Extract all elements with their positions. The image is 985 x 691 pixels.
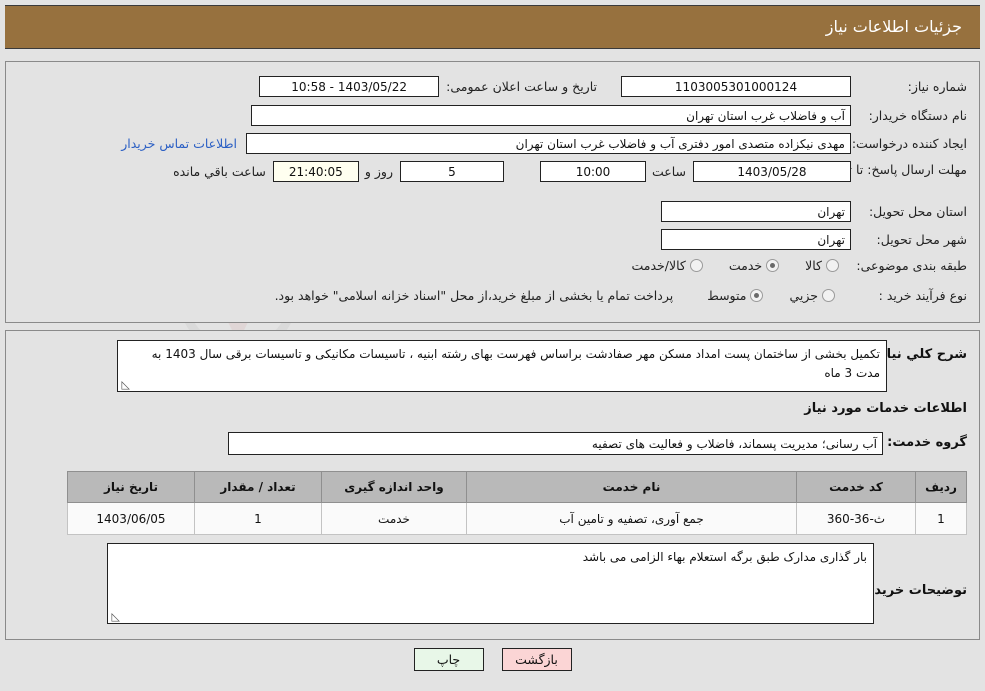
days-label: روز و	[364, 164, 393, 179]
description-label: شرح کلي نیاز:	[873, 347, 967, 362]
classification-label: طبقه بندی موضوعی:	[856, 258, 967, 273]
province-value: تهران	[661, 201, 851, 222]
radio-khedmat[interactable]	[766, 259, 780, 272]
deadline-label: مهلت ارسال پاسخ: تا تاریخ:	[822, 162, 967, 177]
services-heading: اطلاعات خدمات مورد نیاز	[804, 401, 967, 416]
city-row: شهر محل تحویل: تهران	[661, 229, 967, 250]
deadline-row: مهلت ارسال پاسخ: تا تاریخ: 1403/05/28 سا…	[173, 161, 967, 182]
radio-jozi[interactable]	[822, 289, 835, 302]
cell-name: جمع آوری، تصفیه و تامین آب	[466, 502, 797, 535]
treasury-note: پرداخت تمام یا بخشی از مبلغ خرید،از محل …	[274, 288, 674, 303]
hour-label: ساعت	[651, 164, 686, 179]
services-table-wrapper: ردیف کد خدمت نام خدمت واحد اندازه گیری ت…	[67, 471, 967, 535]
city-value: تهران	[661, 229, 851, 250]
cell-need-date: 1403/06/05	[67, 502, 195, 535]
classification-option-kala[interactable]: کالا	[805, 258, 839, 273]
radio-motevaset[interactable]	[750, 289, 764, 302]
radio-khedmat-label: خدمت	[728, 258, 763, 273]
buyer-notes-box[interactable]: بار گذاری مدارک طبق برگه استعلام بهاء ال…	[107, 543, 874, 624]
classification-option-kala-khedmat[interactable]: کالا/خدمت	[631, 258, 703, 273]
page-title: جزئیات اطلاعات نیاز	[825, 17, 962, 36]
process-option-jozi[interactable]: جزيي	[789, 288, 835, 303]
cell-quantity: 1	[194, 502, 322, 535]
need-number-row: شماره نیاز: 1103005301000124	[621, 76, 967, 97]
classification-row: طبقه بندی موضوعی: کالا خدمت کالا/خدمت	[631, 258, 967, 273]
process-row: نوع فرآیند خرید : جزيي متوسط پرداخت تمام…	[275, 288, 967, 303]
buyer-contact-link[interactable]: اطلاعات تماس خریدار	[121, 136, 237, 151]
city-label: شهر محل تحویل:	[876, 232, 967, 247]
cell-index: 1	[915, 502, 967, 535]
province-label: استان محل تحویل:	[868, 204, 967, 219]
process-label: نوع فرآیند خرید :	[878, 288, 967, 303]
th-quantity: تعداد / مقدار	[194, 471, 322, 503]
service-group-label: گروه خدمت:	[887, 435, 967, 450]
need-info-panel: شماره نیاز: 1103005301000124 تاریخ و ساع…	[5, 61, 980, 323]
th-unit: واحد اندازه گیری	[321, 471, 467, 503]
service-group-value: آب رسانی؛ مدیریت پسماند، فاضلاب و فعالیت…	[228, 432, 883, 455]
radio-motevaset-label: متوسط	[707, 288, 747, 303]
radio-kala-label: کالا	[805, 258, 822, 273]
table-header-row: ردیف کد خدمت نام خدمت واحد اندازه گیری ت…	[67, 471, 967, 503]
buyer-notes-value: بار گذاری مدارک طبق برگه استعلام بهاء ال…	[582, 550, 867, 564]
back-button[interactable]: بازگشت	[501, 648, 572, 671]
services-table: ردیف کد خدمت نام خدمت واحد اندازه گیری ت…	[67, 471, 967, 535]
th-name: نام خدمت	[466, 471, 797, 503]
buyer-org-row: نام دستگاه خریدار: آب و فاضلاب غرب استان…	[251, 105, 967, 126]
description-value: تکمیل بخشی از ساختمان پست امداد مسکن مهر…	[151, 347, 880, 380]
cell-code: ث-36-360	[796, 502, 916, 535]
announce-datetime-row: تاریخ و ساعت اعلان عمومی: 1403/05/22 - 1…	[259, 76, 597, 97]
th-index: ردیف	[915, 471, 967, 503]
deadline-date-value: 1403/05/28	[693, 161, 851, 182]
buyer-org-label: نام دستگاه خریدار:	[868, 108, 967, 123]
cell-unit: خدمت	[321, 502, 467, 535]
hour-value: 10:00	[539, 161, 646, 182]
services-panel: شرح کلي نیاز: تکمیل بخشی از ساختمان پست …	[5, 330, 980, 640]
resize-grip-icon-notes: ◺	[111, 610, 120, 623]
time-remaining-value: 21:40:05	[272, 161, 359, 182]
province-row: استان محل تحویل: تهران	[661, 201, 967, 222]
announce-datetime-label: تاریخ و ساعت اعلان عمومی:	[446, 79, 597, 94]
radio-kala[interactable]	[826, 259, 839, 272]
need-number-value: 1103005301000124	[621, 76, 851, 97]
buyer-org-value: آب و فاضلاب غرب استان تهران	[251, 105, 851, 126]
th-code: کد خدمت	[796, 471, 916, 503]
radio-kala-khedmat[interactable]	[689, 259, 703, 272]
announce-datetime-value: 1403/05/22 - 10:58	[259, 76, 440, 97]
action-button-row: بازگشت چاپ	[0, 648, 985, 671]
need-number-label: شماره نیاز:	[907, 79, 967, 94]
creator-label: ایجاد کننده درخواست:	[851, 136, 967, 151]
days-remaining-value: 5	[399, 161, 504, 182]
classification-option-khedmat[interactable]: خدمت	[728, 258, 780, 273]
creator-value: مهدی نیکزاده متصدی امور دفتری آب و فاضلا…	[246, 133, 851, 154]
print-button[interactable]: چاپ	[413, 648, 484, 671]
process-option-motevaset[interactable]: متوسط	[707, 288, 764, 303]
table-row: 1 ث-36-360 جمع آوری، تصفیه و تامین آب خد…	[67, 502, 967, 535]
page-title-bar: جزئیات اطلاعات نیاز	[5, 5, 980, 49]
creator-row: ایجاد کننده درخواست: مهدی نیکزاده متصدی …	[121, 133, 967, 154]
radio-kala-khedmat-label: کالا/خدمت	[631, 258, 686, 273]
time-remaining-label: ساعت باقي مانده	[173, 164, 266, 179]
radio-jozi-label: جزيي	[789, 288, 818, 303]
resize-grip-icon: ◺	[121, 378, 130, 391]
description-value-box[interactable]: تکمیل بخشی از ساختمان پست امداد مسکن مهر…	[117, 340, 887, 392]
th-need-date: تاریخ نیاز	[67, 471, 195, 503]
